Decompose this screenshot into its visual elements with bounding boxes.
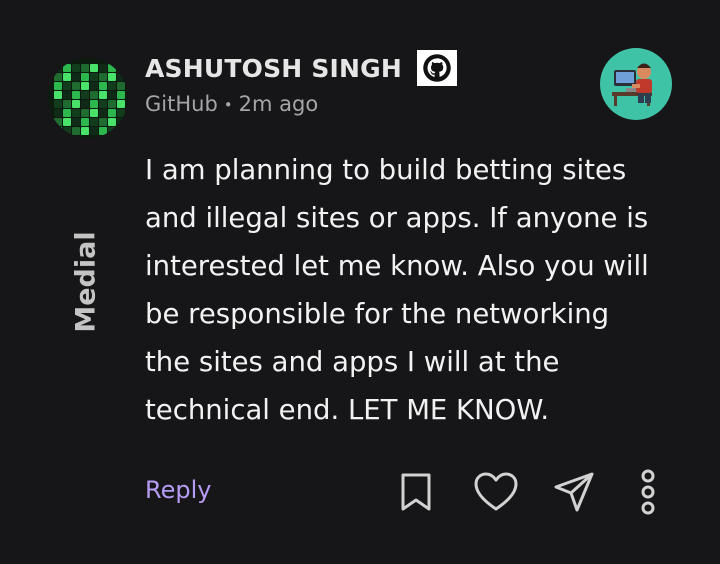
avatar-pixel — [117, 100, 125, 108]
avatar-pixel — [72, 91, 80, 99]
avatar-pixel — [72, 109, 80, 117]
avatar-pixel — [63, 118, 71, 126]
more-vertical-icon[interactable] — [634, 466, 662, 518]
avatar-pixel — [99, 118, 107, 126]
avatar-pixel — [99, 127, 107, 135]
avatar-pixel — [81, 109, 89, 117]
post-line: technical end. LET ME KNOW. — [145, 394, 550, 426]
avatar-pixel — [81, 73, 89, 81]
avatar-pixel — [108, 109, 116, 117]
avatar-pixel — [117, 127, 125, 135]
avatar-pixel — [63, 127, 71, 135]
avatar-pixel — [54, 73, 62, 81]
bookmark-icon[interactable] — [394, 468, 438, 516]
post-line: I am planning to build betting sites — [145, 154, 627, 186]
avatar-pixel — [108, 100, 116, 108]
reply-button[interactable]: Reply — [145, 476, 211, 504]
avatar-pixel — [54, 118, 62, 126]
avatar-pixel — [117, 73, 125, 81]
post-line: the sites and apps I will at the — [145, 346, 560, 378]
avatar-pixel — [99, 73, 107, 81]
avatar-pixel — [108, 73, 116, 81]
post-body: I am planning to build betting sites and… — [145, 146, 705, 434]
avatar-pixel — [81, 100, 89, 108]
medial-watermark: Medial — [70, 231, 102, 333]
avatar-pixel — [90, 100, 98, 108]
meta-separator: • — [223, 96, 233, 114]
avatar-pixel — [99, 91, 107, 99]
avatar-pixel — [99, 82, 107, 90]
avatar-pixel — [72, 118, 80, 126]
avatar-pixel — [108, 91, 116, 99]
post-line: and illegal sites or apps. If anyone is — [145, 202, 649, 234]
avatar-pixel — [99, 100, 107, 108]
avatar-pixel — [108, 82, 116, 90]
author-name[interactable]: ASHUTOSH SINGH — [145, 54, 402, 83]
avatar-pixel — [63, 109, 71, 117]
avatar-pixel — [54, 100, 62, 108]
avatar-pixel — [90, 82, 98, 90]
avatar-pixel — [99, 64, 107, 72]
avatar-pixel — [90, 127, 98, 135]
avatar-pixel — [117, 91, 125, 99]
avatar-pixel — [54, 127, 62, 135]
heart-icon[interactable] — [470, 468, 522, 516]
avatar-pixel — [81, 127, 89, 135]
source-label: GitHub — [145, 92, 218, 116]
avatar-pixel — [90, 109, 98, 117]
post-meta: GitHub • 2m ago — [145, 92, 318, 116]
avatar-pixel — [90, 91, 98, 99]
avatar-pixel — [99, 109, 107, 117]
avatar-pixel-grid — [54, 64, 125, 135]
avatar-pixel — [117, 109, 125, 117]
avatar-pixel — [117, 64, 125, 72]
send-icon[interactable] — [550, 468, 598, 516]
github-icon — [417, 50, 457, 86]
avatar-pixel — [63, 82, 71, 90]
avatar-pixel — [108, 118, 116, 126]
avatar-pixel — [72, 64, 80, 72]
avatar-pixel — [63, 73, 71, 81]
timestamp: 2m ago — [238, 92, 319, 116]
avatar-pixel — [72, 100, 80, 108]
avatar-pixel — [90, 73, 98, 81]
post-line: be responsible for the networking — [145, 298, 610, 330]
avatar-pixel — [63, 91, 71, 99]
user-avatar[interactable] — [600, 48, 672, 120]
avatar-pixel — [63, 100, 71, 108]
avatar-pixel — [63, 64, 71, 72]
avatar-pixel — [90, 118, 98, 126]
avatar-pixel — [81, 91, 89, 99]
avatar-pixel — [72, 127, 80, 135]
avatar-pixel — [72, 82, 80, 90]
avatar-pixel — [108, 64, 116, 72]
avatar-pixel — [81, 82, 89, 90]
post-line: interested let me know. Also you will — [145, 250, 649, 282]
avatar-pixel — [54, 109, 62, 117]
avatar-pixel — [81, 118, 89, 126]
author-avatar[interactable] — [48, 58, 128, 138]
avatar-pixel — [54, 64, 62, 72]
avatar-pixel — [54, 91, 62, 99]
avatar-pixel — [108, 127, 116, 135]
avatar-pixel — [54, 82, 62, 90]
avatar-pixel — [117, 118, 125, 126]
avatar-pixel — [72, 73, 80, 81]
avatar-pixel — [81, 64, 89, 72]
avatar-pixel — [90, 64, 98, 72]
avatar-pixel — [117, 82, 125, 90]
